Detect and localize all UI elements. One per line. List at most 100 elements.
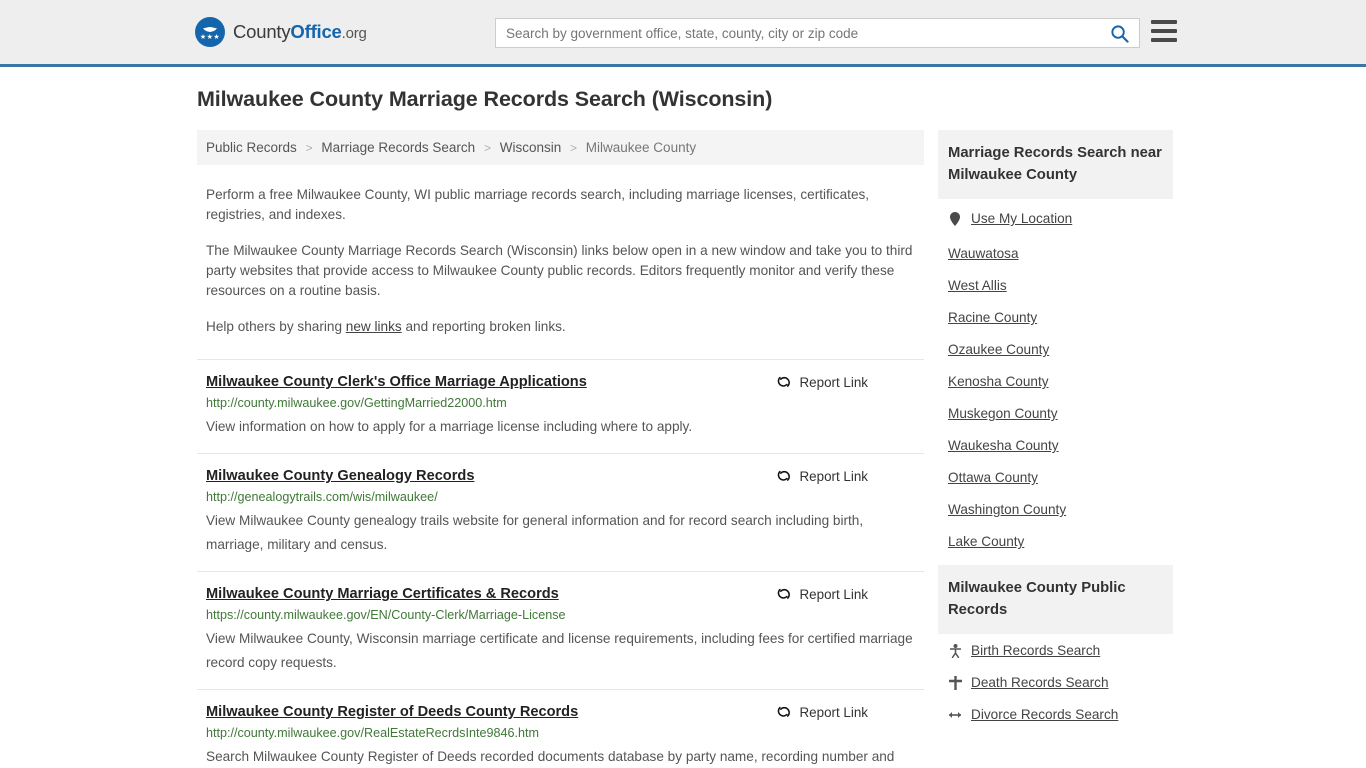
broken-link-icon bbox=[777, 588, 790, 599]
sidebar-nearby-list: Use My Location bbox=[938, 199, 1173, 234]
result-description: Search Milwaukee County Register of Deed… bbox=[206, 749, 895, 764]
report-link-label: Report Link bbox=[799, 374, 868, 390]
result-url: https://county.milwaukee.gov/EN/County-C… bbox=[206, 608, 566, 622]
brand-org: .org bbox=[341, 25, 367, 42]
sidebar-record-item[interactable]: Divorce Records Search bbox=[938, 698, 1173, 730]
search-button[interactable] bbox=[1099, 19, 1139, 47]
result-header: Milwaukee County Clerk's Office Marriage… bbox=[206, 373, 915, 391]
sidebar-record-link[interactable]: Death Records Search bbox=[971, 675, 1109, 690]
sidebar-location-item[interactable]: Kenosha County bbox=[938, 365, 1173, 397]
split-arrows-icon bbox=[948, 710, 962, 720]
breadcrumb-item-0[interactable]: Public Records bbox=[206, 140, 297, 155]
search-input[interactable] bbox=[496, 19, 1099, 47]
result-description: View information on how to apply for a m… bbox=[206, 419, 693, 434]
hamburger-bar bbox=[1151, 38, 1177, 42]
result-item: Milwaukee County Marriage Certificates &… bbox=[197, 571, 924, 689]
breadcrumb-item-1[interactable]: Marriage Records Search bbox=[321, 140, 475, 155]
intro-paragraph-2: The Milwaukee County Marriage Records Se… bbox=[206, 243, 913, 298]
cross-icon bbox=[948, 675, 962, 690]
sidebar-item-use-my-location[interactable]: Use My Location bbox=[938, 199, 1173, 234]
sidebar-record-item[interactable]: Death Records Search bbox=[938, 666, 1173, 698]
sidebar: Marriage Records Search near Milwaukee C… bbox=[938, 130, 1173, 738]
sidebar-location-list: Wauwatosa West Allis Racine County Ozaukee … bbox=[938, 234, 1173, 557]
report-link-button[interactable]: Report Link bbox=[776, 586, 915, 602]
sidebar-location-item[interactable]: West Allis bbox=[938, 269, 1173, 301]
sidebar-location-link[interactable]: Washington County bbox=[948, 502, 1066, 517]
brand-county: County bbox=[233, 21, 291, 42]
result-header: Milwaukee County Marriage Certificates &… bbox=[206, 585, 915, 603]
result-title-link[interactable]: Milwaukee County Clerk's Office Marriage… bbox=[206, 373, 587, 391]
site-header: ★★★ CountyOffice.org bbox=[0, 0, 1366, 67]
result-item: Milwaukee County Genealogy Records Report… bbox=[197, 453, 924, 571]
report-link-label: Report Link bbox=[799, 586, 868, 602]
sidebar-location-item[interactable]: Ozaukee County bbox=[938, 333, 1173, 365]
sidebar-location-item[interactable]: Muskegon County bbox=[938, 397, 1173, 429]
intro-section: Perform a free Milwaukee County, WI publ… bbox=[197, 185, 924, 337]
sidebar-public-records-box: Milwaukee County Public Records Birth Re… bbox=[938, 565, 1173, 730]
report-link-button[interactable]: Report Link bbox=[776, 468, 915, 484]
sidebar-public-records-heading: Milwaukee County Public Records bbox=[938, 565, 1173, 634]
sidebar-location-link[interactable]: Ozaukee County bbox=[948, 342, 1049, 357]
search-icon bbox=[1110, 24, 1129, 43]
sidebar-location-link[interactable]: Lake County bbox=[948, 534, 1024, 549]
report-link-label: Report Link bbox=[799, 704, 868, 720]
sidebar-location-item[interactable]: Wauwatosa bbox=[938, 234, 1173, 269]
sidebar-record-link[interactable]: Birth Records Search bbox=[971, 643, 1100, 658]
intro-prefix: Help others by sharing bbox=[206, 319, 346, 334]
use-my-location-link[interactable]: Use My Location bbox=[971, 211, 1072, 226]
sidebar-location-link[interactable]: Kenosha County bbox=[948, 374, 1049, 389]
sidebar-location-link[interactable]: Wauwatosa bbox=[948, 246, 1019, 261]
sidebar-record-link[interactable]: Divorce Records Search bbox=[971, 707, 1118, 722]
breadcrumb-separator: > bbox=[570, 141, 578, 155]
brand-office: Office bbox=[290, 21, 342, 42]
result-title-link[interactable]: Milwaukee County Marriage Certificates &… bbox=[206, 585, 559, 603]
intro-paragraph-3: Help others by sharing new links and rep… bbox=[206, 317, 915, 337]
sidebar-location-item[interactable]: Washington County bbox=[938, 493, 1173, 525]
sidebar-location-link[interactable]: Ottawa County bbox=[948, 470, 1038, 485]
result-header: Milwaukee County Register of Deeds Count… bbox=[206, 703, 915, 721]
breadcrumb-item-2[interactable]: Wisconsin bbox=[500, 140, 562, 155]
report-link-button[interactable]: Report Link bbox=[776, 374, 915, 390]
result-url: http://county.milwaukee.gov/RealEstateRe… bbox=[206, 726, 539, 740]
sidebar-nearby-heading: Marriage Records Search near Milwaukee C… bbox=[938, 130, 1173, 199]
hamburger-menu-button[interactable] bbox=[1151, 20, 1177, 42]
sidebar-location-item[interactable]: Racine County bbox=[938, 301, 1173, 333]
sidebar-location-item[interactable]: Ottawa County bbox=[938, 461, 1173, 493]
breadcrumb: Public Records > Marriage Records Search… bbox=[197, 130, 924, 165]
result-title-link[interactable]: Milwaukee County Register of Deeds Count… bbox=[206, 703, 578, 721]
breadcrumb-separator: > bbox=[305, 141, 313, 155]
report-link-button[interactable]: Report Link bbox=[776, 704, 915, 720]
result-item: Milwaukee County Clerk's Office Marriage… bbox=[197, 359, 924, 453]
result-header: Milwaukee County Genealogy Records Report… bbox=[206, 467, 915, 485]
breadcrumb-item-3: Milwaukee County bbox=[585, 140, 697, 155]
result-url: http://genealogytrails.com/wis/milwaukee… bbox=[206, 490, 438, 504]
sidebar-location-link[interactable]: Racine County bbox=[948, 310, 1037, 325]
sidebar-nearby-box: Marriage Records Search near Milwaukee C… bbox=[938, 130, 1173, 557]
sidebar-record-item[interactable]: Birth Records Search bbox=[938, 634, 1173, 666]
content-columns: Public Records > Marriage Records Search… bbox=[0, 130, 1366, 768]
result-description: View Milwaukee County genealogy trails w… bbox=[206, 513, 864, 552]
intro-suffix: and reporting broken links. bbox=[401, 319, 566, 334]
sidebar-location-item[interactable]: Lake County bbox=[938, 525, 1173, 557]
intro-paragraph-1: Perform a free Milwaukee County, WI publ… bbox=[206, 187, 870, 222]
result-description: View Milwaukee County, Wisconsin marriag… bbox=[206, 631, 913, 670]
broken-link-icon bbox=[777, 470, 790, 481]
location-pin-icon bbox=[948, 211, 962, 226]
sidebar-location-link[interactable]: Muskegon County bbox=[948, 406, 1058, 421]
sidebar-location-item[interactable]: Waukesha County bbox=[938, 429, 1173, 461]
sidebar-location-link[interactable]: Waukesha County bbox=[948, 438, 1059, 453]
page-body: Milwaukee County Marriage Records Search… bbox=[0, 67, 1366, 768]
new-links-link[interactable]: new links bbox=[346, 319, 402, 334]
baby-icon bbox=[948, 643, 962, 658]
hamburger-bar bbox=[1151, 29, 1177, 33]
hamburger-bar bbox=[1151, 20, 1177, 24]
result-title-link[interactable]: Milwaukee County Genealogy Records bbox=[206, 467, 474, 485]
stars-icon: ★★★ bbox=[199, 33, 221, 41]
results-list: Milwaukee County Clerk's Office Marriage… bbox=[197, 359, 924, 768]
sidebar-location-link[interactable]: West Allis bbox=[948, 278, 1007, 293]
sidebar-public-records-list: Birth Records Search Death Records Search… bbox=[938, 634, 1173, 730]
page-title: Milwaukee County Marriage Records Search… bbox=[197, 87, 773, 111]
site-logo[interactable]: ★★★ CountyOffice.org bbox=[195, 17, 367, 47]
result-item: Milwaukee County Register of Deeds Count… bbox=[197, 689, 924, 768]
broken-link-icon bbox=[777, 376, 790, 387]
